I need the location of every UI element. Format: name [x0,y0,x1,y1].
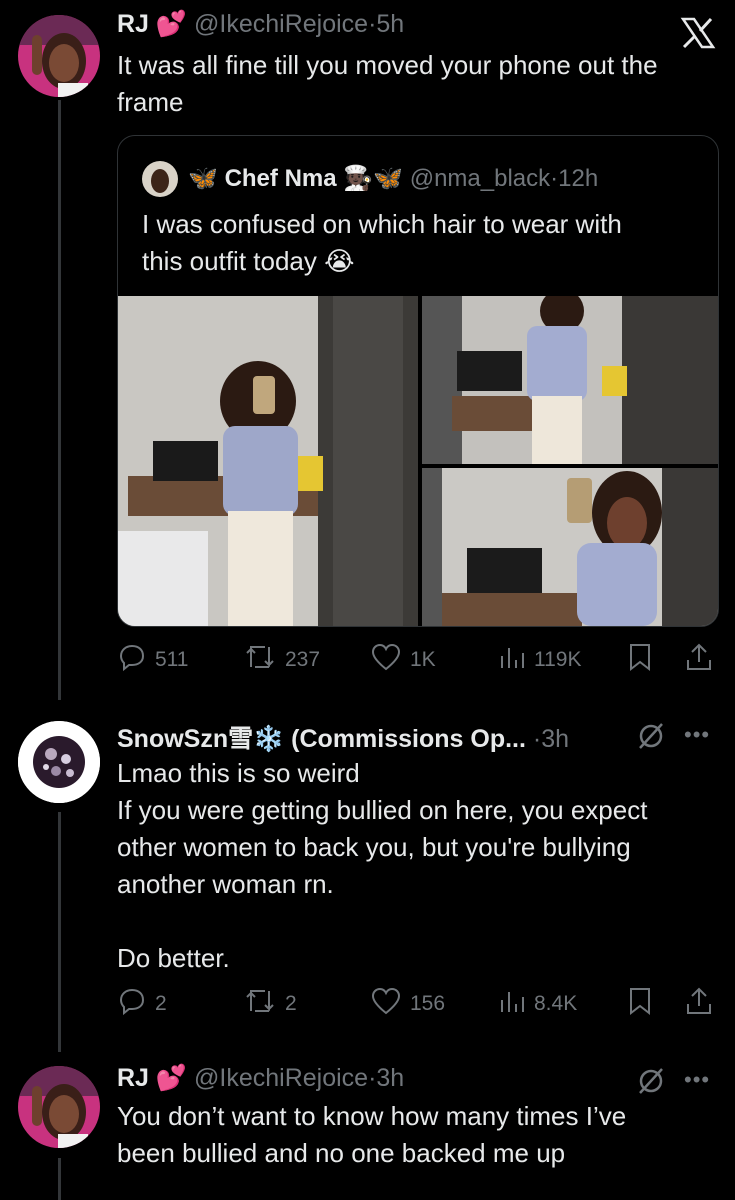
quote-text: I was confused on which hair to wear wit… [142,206,622,280]
retweet-button[interactable]: 2 [243,986,297,1021]
view-count: 119K [534,647,582,671]
butterfly-icon: 🦋 [188,165,218,192]
share-button[interactable] [684,642,714,677]
bookmark-icon [627,642,653,677]
more-options-button[interactable]: ••• [684,1067,710,1093]
share-icon [684,986,714,1021]
retweet-icon [243,986,277,1021]
quote-header: 🦋 Chef Nma 🧑🏿‍🍳🦋 @nma_black·12h [188,164,598,193]
avatar-rj[interactable] [18,15,100,97]
separator: · [550,165,559,192]
tweet-2-header: SnowSzn雪❄️ (Commissions Op... ·3h [117,719,569,755]
quote-avatar[interactable] [142,161,178,197]
reply-icon [117,986,147,1021]
tweet-text-line: other women to back you, but you're bull… [117,832,631,862]
retweet-button[interactable]: 237 [243,642,320,677]
heart-icon [370,642,402,677]
quote-photo-3[interactable] [422,468,718,626]
thread-line [58,1158,61,1200]
timestamp[interactable]: 3h [376,1064,404,1092]
tweet-text-line: Do better. [117,943,230,973]
tweet-text-line [117,903,647,940]
x-logo-icon[interactable] [680,17,716,54]
like-button[interactable]: 156 [370,986,445,1021]
author-handle[interactable]: @IkechiRejoice [194,1064,368,1092]
timestamp[interactable]: 3h [541,725,569,753]
like-count: 156 [410,991,446,1015]
retweet-icon [243,642,277,677]
grok-icon[interactable] [636,1066,666,1101]
quote-photo-1[interactable] [118,296,418,626]
author-name[interactable]: RJ [117,10,149,38]
bookmark-button[interactable] [627,986,653,1021]
quote-time[interactable]: 12h [558,165,598,192]
retweet-count: 237 [285,647,321,671]
author-name[interactable]: SnowSzn雪❄️ (Commissions Op... [117,725,526,753]
tweet-text: Lmao this is so weird If you were gettin… [117,755,647,977]
like-button[interactable]: 1K [370,642,436,677]
views-icon [498,986,526,1021]
tweet-text-line: You don’t want to know how many times I’… [117,1101,627,1131]
chef-emoji-icon: 🧑🏿‍🍳🦋 [343,165,404,192]
tweet-text: It was all fine till you moved your phon… [117,47,658,121]
quote-text-line: I was confused on which hair to wear wit… [142,209,622,239]
timestamp[interactable]: 5h [376,10,404,38]
share-icon [684,642,714,677]
reply-count: 511 [155,647,189,671]
avatar-snowszn[interactable] [18,721,100,803]
quote-text-line: this outfit today 😭 [142,246,355,276]
reply-button[interactable]: 2 [117,986,167,1021]
bookmark-icon [627,986,653,1021]
quoted-tweet[interactable]: 🦋 Chef Nma 🧑🏿‍🍳🦋 @nma_black·12h I was co… [117,135,719,627]
tweet-text-line: It was all fine till you moved your phon… [117,50,658,80]
tweet-text: You don’t want to know how many times I’… [117,1098,626,1172]
tweet-1-header: RJ 💕 @IkechiRejoice·5h [117,10,404,39]
views-button[interactable]: 8.4K [498,986,577,1021]
tweet-text-line: If you were getting bullied on here, you… [117,795,648,825]
reply-button[interactable]: 511 [117,642,188,677]
tweet-text-line: been bullied and no one backed me up [117,1138,566,1168]
tweet-3-header: RJ 💕 @IkechiRejoice·3h [117,1064,404,1093]
reply-icon [117,642,147,677]
retweet-count: 2 [285,991,297,1015]
reply-count: 2 [155,991,167,1015]
views-icon [498,642,526,677]
grok-icon[interactable] [636,721,666,756]
quote-photo-2[interactable] [422,296,718,464]
heart-icon [370,986,402,1021]
thread-line [58,812,61,1052]
avatar-rj[interactable] [18,1066,100,1148]
name-emoji: 💕 [155,1064,188,1092]
thread-line [58,100,61,700]
quote-handle[interactable]: @nma_black [410,165,550,192]
bookmark-button[interactable] [627,642,653,677]
like-count: 1K [410,647,436,671]
name-emoji: 💕 [155,10,188,38]
separator: · [532,725,542,753]
quote-author-name[interactable]: Chef Nma [225,165,337,192]
author-name[interactable]: RJ [117,1064,149,1092]
tweet-text-line: another woman rn. [117,869,334,899]
view-count: 8.4K [534,991,578,1015]
views-button[interactable]: 119K [498,642,582,677]
more-options-button[interactable]: ••• [684,722,710,748]
author-handle[interactable]: @IkechiRejoice [194,10,368,38]
share-button[interactable] [684,986,714,1021]
tweet-text-line: frame [117,87,184,117]
tweet-text-line: Lmao this is so weird [117,758,360,788]
